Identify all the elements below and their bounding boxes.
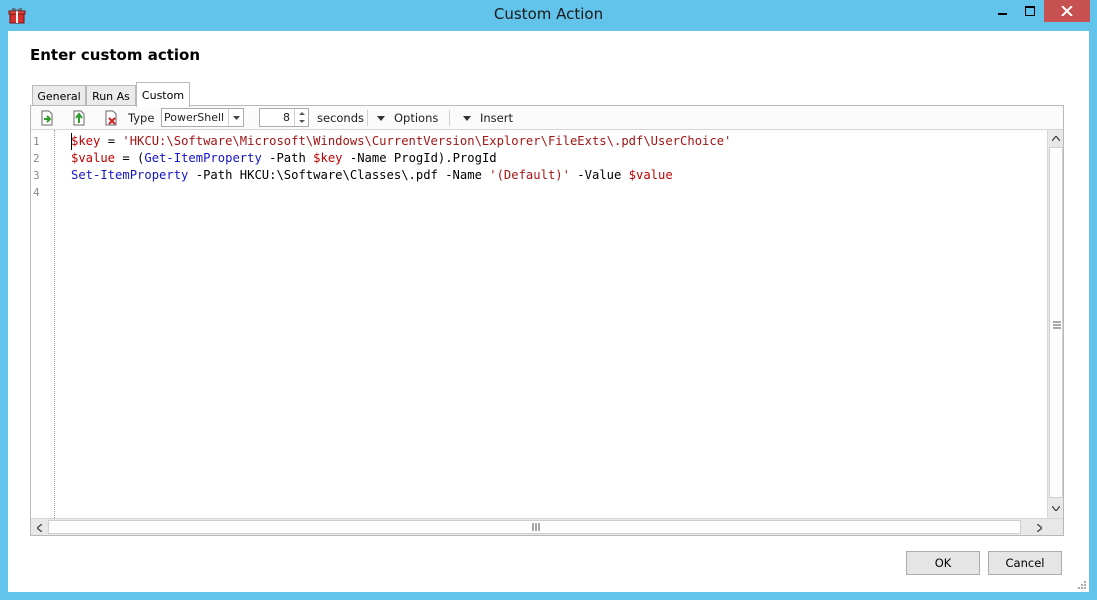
- timeout-unit: seconds: [317, 111, 365, 125]
- toolbar-separator: [449, 110, 450, 126]
- horizontal-scrollbar[interactable]: [31, 518, 1063, 535]
- script-type-select[interactable]: PowerShell: [161, 108, 244, 127]
- code-token: -Path: [261, 151, 314, 165]
- scroll-up-button[interactable]: [1048, 130, 1064, 147]
- line-number: 4: [33, 186, 40, 199]
- import-button[interactable]: [39, 106, 55, 130]
- code-token: Get-ItemProperty: [144, 151, 262, 165]
- code-token: -Path HKCU:\Software\Classes\.pdf -Name: [188, 168, 490, 182]
- minimize-button[interactable]: [990, 0, 1016, 22]
- line-number: 2: [33, 152, 40, 165]
- custom-tab-panel: Type PowerShell 8 seconds Options Insert…: [30, 105, 1064, 536]
- scroll-left-button[interactable]: [31, 519, 47, 536]
- window-title: Custom Action: [493, 5, 604, 23]
- code-token: -Name ProgId).ProgId: [342, 151, 497, 165]
- ok-button[interactable]: OK: [906, 551, 980, 575]
- timeout-stepper[interactable]: 8: [259, 108, 309, 127]
- import-icon: [41, 110, 53, 126]
- options-menu[interactable]: Options: [377, 106, 438, 130]
- cancel-button[interactable]: Cancel: [988, 551, 1062, 575]
- grip-icon: [532, 523, 540, 531]
- grip-icon: [1053, 321, 1061, 329]
- chevron-right-icon: [1036, 523, 1042, 532]
- insert-label: Insert: [480, 111, 513, 125]
- insert-menu[interactable]: Insert: [463, 106, 513, 130]
- close-button[interactable]: [1044, 0, 1090, 22]
- dialog-body: Enter custom action General Run As Custo…: [8, 31, 1089, 592]
- chevron-down-icon: [377, 115, 385, 121]
- editor-toolbar: Type PowerShell 8 seconds Options Insert: [31, 106, 1063, 130]
- code-token: =: [100, 134, 123, 148]
- code-token: $value: [628, 168, 673, 182]
- tab-custom[interactable]: Custom: [136, 82, 190, 107]
- vertical-scroll-thumb[interactable]: [1049, 147, 1063, 498]
- horizontal-scroll-thumb[interactable]: [48, 520, 1021, 534]
- text-caret: [71, 133, 72, 150]
- timeout-value: 8: [283, 111, 290, 124]
- code-token: Set-ItemProperty: [71, 168, 189, 182]
- tab-run-as[interactable]: Run As: [86, 85, 136, 106]
- chevron-down-icon: [1052, 506, 1060, 511]
- custom-action-window: Custom Action Enter custom action Genera…: [0, 0, 1097, 600]
- scroll-right-button[interactable]: [1031, 519, 1047, 536]
- maximize-icon: [1025, 6, 1035, 16]
- line-number: 1: [33, 135, 40, 148]
- vertical-scrollbar[interactable]: [1047, 130, 1063, 518]
- code-line: $key = 'HKCU:\Software\Microsoft\Windows…: [71, 133, 731, 150]
- script-type-value: PowerShell: [164, 111, 225, 124]
- maximize-button[interactable]: [1017, 0, 1043, 22]
- tab-general[interactable]: General: [32, 85, 86, 106]
- toolbar-separator: [367, 110, 368, 126]
- line-number-gutter: 1 2 3 4: [31, 130, 55, 518]
- options-label: Options: [394, 111, 439, 125]
- code-token: $key: [313, 151, 343, 165]
- code-token: = (: [115, 151, 145, 165]
- page-title: Enter custom action: [30, 46, 201, 64]
- code-token: $value: [71, 151, 116, 165]
- stepper-arrows[interactable]: [294, 109, 308, 126]
- chevron-down-icon[interactable]: [228, 109, 243, 126]
- title-bar[interactable]: Custom Action: [0, 0, 1097, 31]
- code-token: $key: [71, 134, 101, 148]
- export-icon: [73, 110, 85, 126]
- code-editor[interactable]: 1 2 3 4 $key = 'HKCU:\Software\Microsoft…: [31, 130, 1063, 518]
- resize-grip-icon[interactable]: [1076, 579, 1086, 589]
- code-line: $value = (Get-ItemProperty -Path $key -N…: [71, 150, 497, 167]
- scroll-down-button[interactable]: [1048, 500, 1064, 517]
- export-button[interactable]: [71, 106, 87, 130]
- code-token: '(Default)': [489, 168, 570, 182]
- chevron-down-icon: [463, 115, 471, 121]
- close-icon: [1061, 6, 1073, 16]
- code-token: 'HKCU:\Software\Microsoft\Windows\Curren…: [122, 134, 732, 148]
- chevron-left-icon: [36, 523, 42, 532]
- code-token: -Value: [569, 168, 629, 182]
- minimize-icon: [998, 13, 1007, 15]
- line-number: 3: [33, 169, 40, 182]
- type-label: Type: [128, 111, 155, 125]
- code-line: Set-ItemProperty -Path HKCU:\Software\Cl…: [71, 167, 673, 184]
- chevron-up-icon: [1052, 136, 1060, 141]
- clear-button[interactable]: [103, 106, 119, 130]
- clear-icon: [105, 110, 117, 126]
